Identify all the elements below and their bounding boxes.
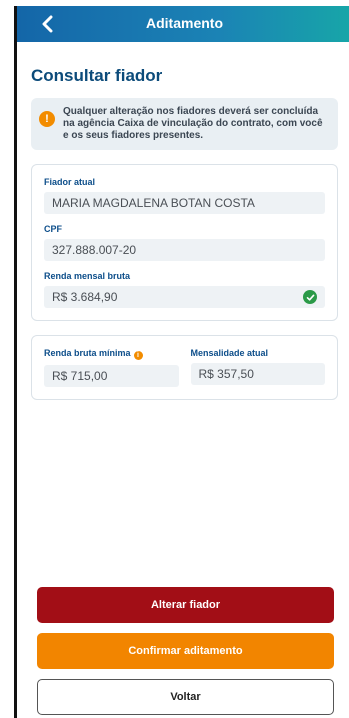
guarantor-name-field: MARIA MAGDALENA BOTAN COSTA bbox=[44, 192, 325, 214]
cpf-label: CPF bbox=[44, 224, 62, 234]
header-title: Aditamento bbox=[146, 15, 223, 31]
income-value: R$ 3.684,90 bbox=[52, 290, 118, 304]
change-guarantor-button[interactable]: Alterar fiador bbox=[37, 587, 334, 623]
min-income-field: R$ 715,00 bbox=[44, 365, 179, 387]
main-content: Consultar fiador ! Qualquer alteração no… bbox=[17, 66, 349, 400]
guarantor-name-label: Fiador atual bbox=[44, 177, 96, 187]
guarantor-card: Fiador atual MARIA MAGDALENA BOTAN COSTA… bbox=[31, 164, 338, 321]
header-bar: Aditamento bbox=[17, 6, 349, 42]
notice-text: Qualquer alteração nos fiadores deverá s… bbox=[63, 106, 323, 141]
income-label: Renda mensal bruta bbox=[44, 271, 131, 281]
exclamation-icon: ! bbox=[39, 111, 55, 127]
notice-box: ! Qualquer alteração nos fiadores deverá… bbox=[31, 98, 338, 150]
page-title: Consultar fiador bbox=[31, 66, 163, 85]
summary-row: Renda bruta mínima i R$ 715,00 Mensalidad… bbox=[44, 346, 325, 387]
confirm-amendment-button[interactable]: Confirmar aditamento bbox=[37, 633, 334, 669]
monthly-value: R$ 357,50 bbox=[198, 367, 254, 381]
info-icon[interactable]: i bbox=[133, 351, 143, 360]
check-circle-icon bbox=[303, 290, 317, 304]
min-income-value: R$ 715,00 bbox=[52, 369, 108, 383]
monthly-column: Mensalidade atual R$ 357,50 bbox=[190, 346, 325, 387]
monthly-field: R$ 357,50 bbox=[190, 363, 325, 385]
app-screen: Aditamento Consultar fiador ! Qualquer a… bbox=[14, 6, 349, 718]
min-income-label-text: Renda bruta mínima bbox=[44, 348, 131, 358]
monthly-label: Mensalidade atual bbox=[190, 348, 269, 358]
cpf-value: 327.888.007-20 bbox=[52, 243, 137, 257]
summary-card: Renda bruta mínima i R$ 715,00 Mensalidad… bbox=[31, 335, 338, 400]
min-income-label: Renda bruta mínima i bbox=[44, 348, 179, 360]
min-income-column: Renda bruta mínima i R$ 715,00 bbox=[44, 346, 179, 387]
guarantor-name-value: MARIA MAGDALENA BOTAN COSTA bbox=[52, 196, 255, 210]
income-field: R$ 3.684,90 bbox=[44, 286, 325, 308]
back-action-button[interactable]: Voltar bbox=[37, 679, 334, 715]
cpf-field: 327.888.007-20 bbox=[44, 239, 325, 261]
